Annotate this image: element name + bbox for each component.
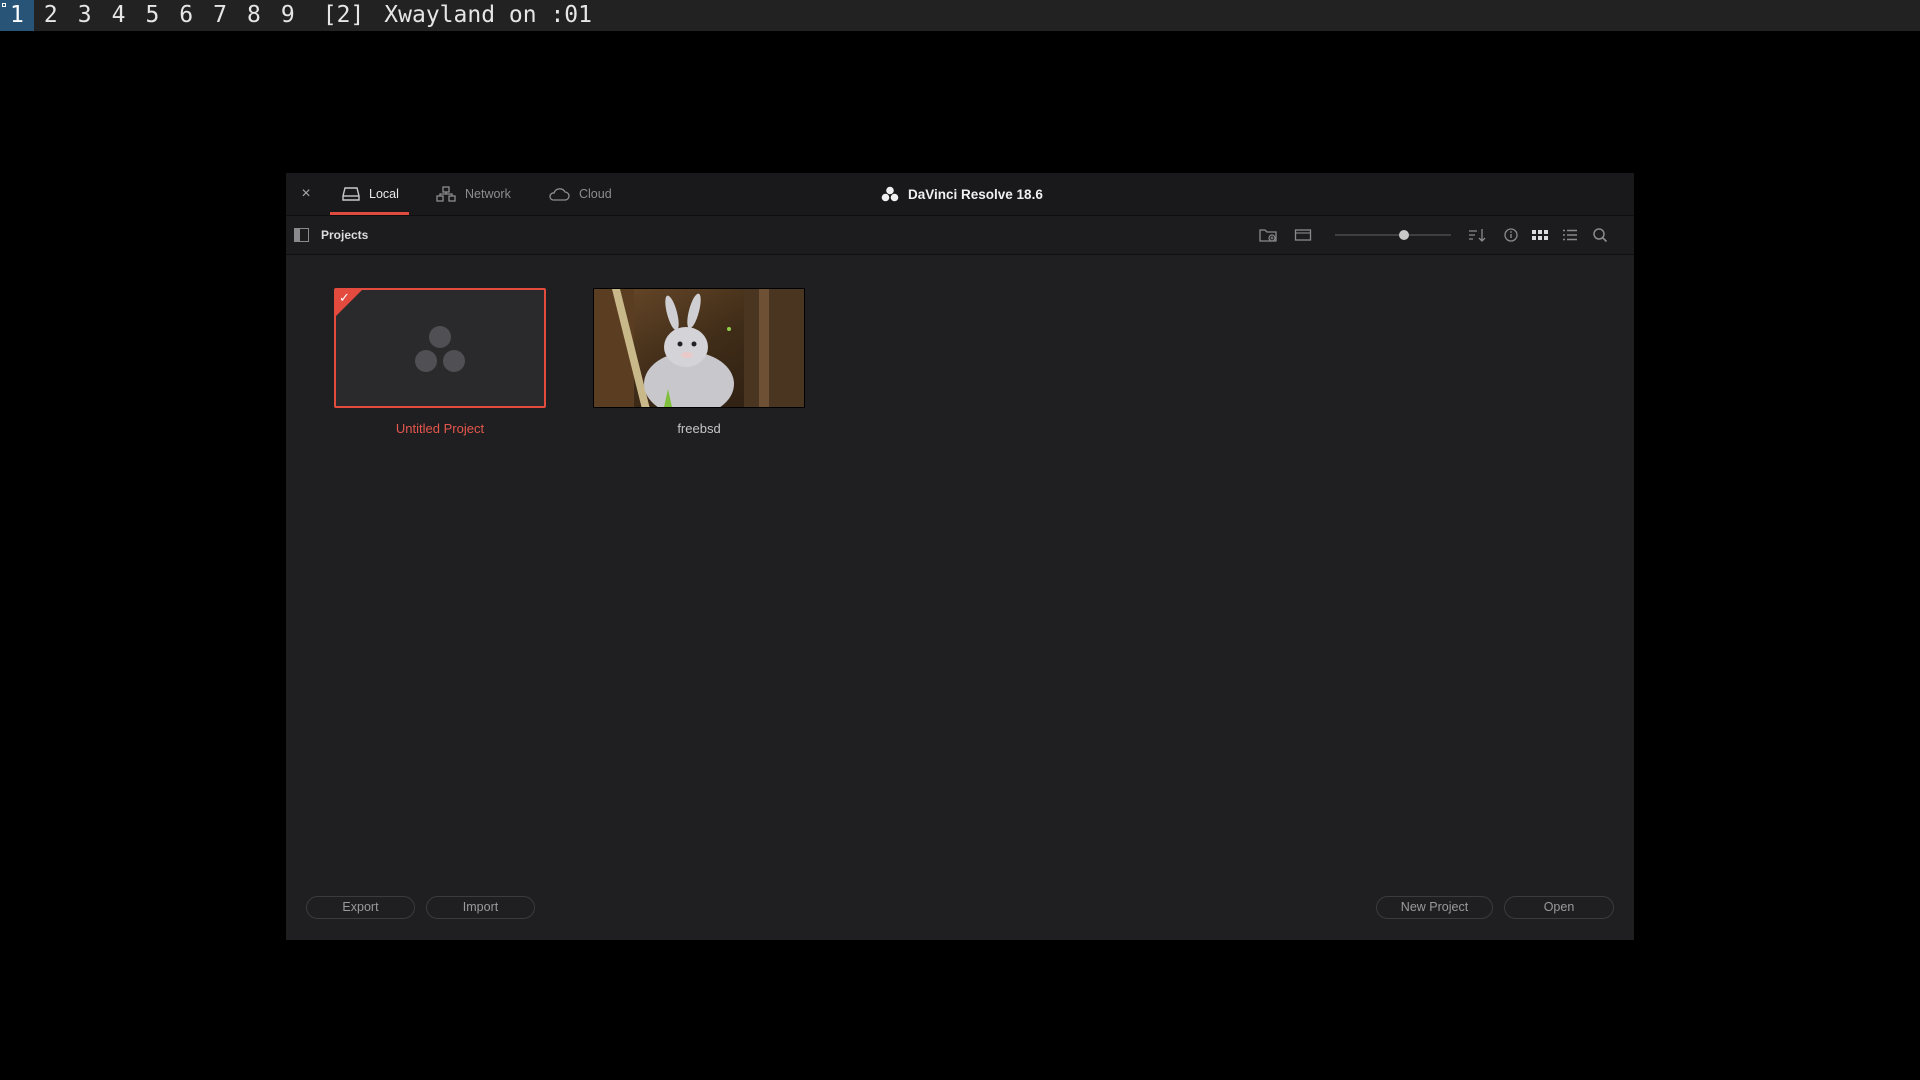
workspace-1[interactable]: 1 — [0, 0, 34, 31]
sort-icon[interactable] — [1468, 227, 1486, 243]
export-button[interactable]: Export — [306, 896, 415, 919]
zoom-slider-thumb[interactable] — [1399, 230, 1409, 240]
tab-cloud-label: Cloud — [579, 187, 612, 201]
workspace-2[interactable]: 2 — [34, 0, 68, 31]
project-thumbnail — [593, 288, 805, 408]
new-project-button[interactable]: New Project — [1376, 896, 1493, 919]
bunny-thumbnail-image — [594, 289, 804, 407]
project-card-untitled[interactable]: ✓ Untitled Project — [334, 288, 546, 436]
project-name: Untitled Project — [395, 421, 485, 436]
projects-toolbar: Projects — [286, 216, 1634, 255]
frame-icon[interactable] — [1294, 227, 1312, 243]
project-thumbnail: ✓ — [334, 288, 546, 408]
network-icon — [436, 186, 456, 202]
davinci-logo-icon — [881, 186, 899, 202]
info-icon[interactable] — [1502, 227, 1520, 243]
workspace-3[interactable]: 3 — [68, 0, 102, 31]
workspace-8[interactable]: 8 — [237, 0, 271, 31]
open-button[interactable]: Open — [1504, 896, 1614, 919]
workspace-7[interactable]: 7 — [203, 0, 237, 31]
workspace-6[interactable]: 6 — [169, 0, 203, 31]
search-icon[interactable] — [1591, 227, 1609, 243]
workspace-5[interactable]: 5 — [135, 0, 169, 31]
project-manager-dialog: × Local Network Cloud DaVinci Resolve 18… — [286, 173, 1634, 940]
davinci-placeholder-icon — [415, 326, 465, 372]
project-card-freebsd[interactable]: freebsd — [593, 288, 805, 436]
project-name: freebsd — [677, 421, 721, 436]
app-title-text: DaVinci Resolve 18.6 — [908, 186, 1043, 202]
breadcrumb: Projects — [321, 228, 369, 242]
zoom-slider-track — [1335, 234, 1451, 236]
tab-local[interactable]: Local — [330, 173, 409, 215]
zoom-slider[interactable] — [1335, 228, 1451, 242]
app-title: DaVinci Resolve 18.6 — [881, 173, 1043, 215]
tab-network-label: Network — [465, 187, 511, 201]
sidebar-toggle-icon[interactable] — [294, 228, 309, 242]
window-title: Xwayland on :01 — [384, 2, 592, 28]
drive-icon — [342, 187, 360, 201]
list-view-icon[interactable] — [1561, 227, 1579, 243]
window-tag: [2] — [322, 2, 365, 28]
dialog-titlebar: × Local Network Cloud DaVinci Resolve 18… — [286, 173, 1634, 216]
grid-view-icon[interactable] — [1531, 227, 1549, 243]
workspace-9[interactable]: 9 — [271, 0, 305, 31]
wm-status-bar: 1 2 3 4 5 6 7 8 9 [2] Xwayland on :01 — [0, 0, 1920, 31]
workspace-4[interactable]: 4 — [102, 0, 136, 31]
close-button[interactable]: × — [294, 182, 318, 206]
import-button[interactable]: Import — [426, 896, 535, 919]
tab-network[interactable]: Network — [436, 173, 511, 215]
checkmark-icon: ✓ — [339, 290, 350, 305]
add-folder-icon[interactable] — [1259, 227, 1277, 243]
tab-local-label: Local — [369, 187, 399, 201]
cloud-icon — [549, 188, 570, 201]
tab-cloud[interactable]: Cloud — [548, 173, 612, 215]
